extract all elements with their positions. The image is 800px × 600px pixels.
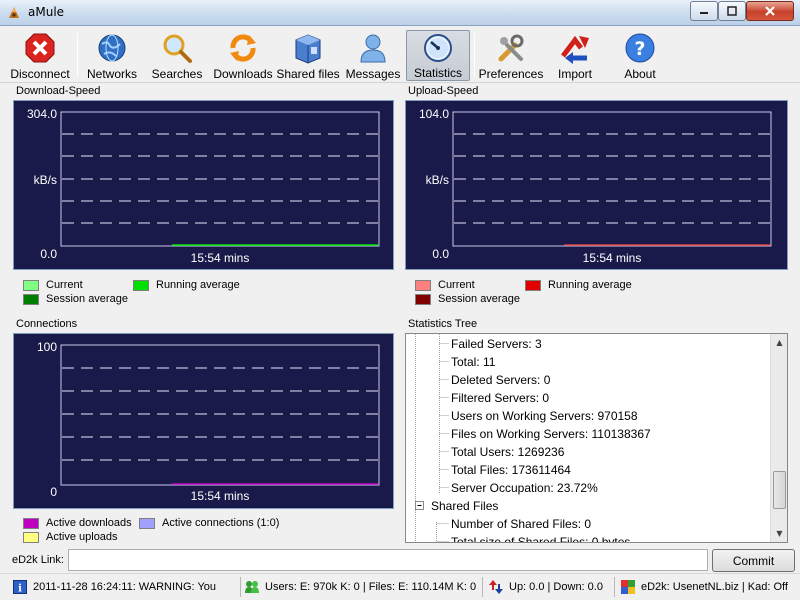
tree-item[interactable]: Total size of Shared Files: 0 bytes bbox=[451, 535, 630, 542]
magnifier-icon bbox=[160, 31, 194, 65]
tree-item[interactable]: Total: 11 bbox=[451, 355, 495, 369]
shared-files-icon bbox=[291, 31, 325, 65]
downloads-icon bbox=[226, 31, 260, 65]
connections-y-max: 100 bbox=[37, 340, 57, 354]
import-button[interactable]: Import bbox=[548, 30, 602, 81]
color-swatch bbox=[415, 279, 431, 291]
connections-title: Connections bbox=[16, 318, 78, 330]
upload-legend-running-average: Running average bbox=[525, 279, 632, 291]
downloads-button[interactable]: Downloads bbox=[212, 30, 274, 81]
tree-item[interactable]: Users on Working Servers: 970158 bbox=[451, 409, 638, 423]
status-network: eD2k: UsenetNL.biz | Kad: Off bbox=[620, 577, 796, 597]
download-speed-graph: 304.0 kB/s 0.0 15:54 mins bbox=[13, 100, 394, 270]
color-swatch bbox=[415, 293, 431, 305]
tree-item[interactable]: Server Occupation: 23.72% bbox=[451, 481, 598, 495]
disconnect-button[interactable]: Disconnect bbox=[7, 30, 73, 81]
status-users-files: Users: E: 970k K: 0 | Files: E: 110.14M … bbox=[244, 577, 480, 597]
upload-y-min: 0.0 bbox=[432, 247, 449, 261]
color-swatch bbox=[23, 531, 39, 543]
legend-active-downloads: Active downloads bbox=[23, 517, 132, 529]
info-icon: i bbox=[12, 579, 28, 595]
tree-vertical-scrollbar[interactable]: ▲ ▼ bbox=[770, 334, 787, 542]
tree-item[interactable]: Number of Shared Files: 0 bbox=[451, 517, 591, 531]
tree-item[interactable]: Failed Servers: 3 bbox=[451, 337, 542, 351]
tree-item[interactable]: Total Files: 173611464 bbox=[451, 463, 571, 477]
networks-button[interactable]: Networks bbox=[83, 30, 141, 81]
window-title: aMule bbox=[28, 5, 65, 19]
ed2k-link-input[interactable] bbox=[68, 549, 708, 571]
legend-active-uploads: Active uploads bbox=[23, 531, 118, 543]
messages-button[interactable]: Messages bbox=[345, 30, 401, 81]
status-bar: i 2011-11-28 16:24:11: WARNING: You User… bbox=[0, 573, 800, 600]
tree-item[interactable]: Total Users: 1269236 bbox=[451, 445, 564, 459]
tree-item[interactable]: Files on Working Servers: 110138367 bbox=[451, 427, 651, 441]
upload-speed-graph: 104.0 kB/s 0.0 15:54 mins bbox=[405, 100, 788, 270]
upload-y-unit: kB/s bbox=[426, 173, 449, 187]
color-swatch bbox=[139, 517, 155, 529]
gauge-icon bbox=[421, 32, 455, 64]
download-time-label: 15:54 mins bbox=[191, 251, 250, 265]
tools-icon bbox=[494, 31, 528, 65]
shared-files-button[interactable]: Shared files bbox=[276, 30, 340, 81]
status-divider bbox=[240, 577, 241, 597]
color-swatch bbox=[133, 279, 149, 291]
scroll-down-arrow-icon[interactable]: ▼ bbox=[771, 525, 787, 542]
download-y-max: 304.0 bbox=[27, 107, 57, 121]
upload-y-max: 104.0 bbox=[419, 107, 449, 121]
globe-icon bbox=[95, 31, 129, 65]
status-divider bbox=[614, 577, 615, 597]
amule-app-icon bbox=[6, 4, 22, 20]
download-y-min: 0.0 bbox=[40, 247, 57, 261]
svg-text:i: i bbox=[18, 584, 22, 595]
upload-time-label: 15:54 mins bbox=[583, 251, 642, 265]
connections-graph: 100 0 15:54 mins bbox=[13, 333, 394, 509]
upload-legend-current: Current bbox=[415, 279, 475, 291]
status-divider bbox=[482, 577, 483, 597]
statistics-button[interactable]: Statistics bbox=[406, 30, 470, 81]
download-legend-running-average: Running average bbox=[133, 279, 240, 291]
color-swatch bbox=[23, 517, 39, 529]
tree-item[interactable]: Deleted Servers: 0 bbox=[451, 373, 550, 387]
scroll-thumb[interactable] bbox=[773, 471, 786, 509]
download-legend-session-average: Session average bbox=[23, 293, 128, 305]
disconnect-icon bbox=[23, 31, 57, 65]
toolbar-separator bbox=[474, 33, 475, 77]
maximize-button[interactable] bbox=[718, 1, 746, 21]
upload-speed-title: Upload-Speed bbox=[408, 85, 479, 97]
color-swatch bbox=[525, 279, 541, 291]
main-toolbar: Disconnect Networks Searches Downloads S… bbox=[0, 27, 800, 83]
about-button[interactable]: ? About bbox=[612, 30, 668, 81]
toolbar-separator bbox=[77, 33, 78, 77]
ed2k-link-label: eD2k Link: bbox=[12, 554, 64, 566]
status-transfer-speed: Up: 0.0 | Down: 0.0 bbox=[488, 577, 612, 597]
commit-button[interactable]: Commit bbox=[712, 549, 795, 572]
user-icon bbox=[356, 31, 390, 65]
minimize-button[interactable] bbox=[690, 1, 718, 21]
upload-legend-session-average: Session average bbox=[415, 293, 520, 305]
transfer-arrows-icon bbox=[488, 579, 504, 595]
tree-item[interactable]: Filtered Servers: 0 bbox=[451, 391, 549, 405]
statistics-tree[interactable]: Failed Servers: 3 Total: 11 Deleted Serv… bbox=[405, 333, 788, 543]
users-icon bbox=[244, 579, 260, 595]
help-icon: ? bbox=[623, 31, 657, 65]
statistics-tree-title: Statistics Tree bbox=[408, 318, 478, 330]
download-speed-title: Download-Speed bbox=[16, 85, 101, 97]
preferences-button[interactable]: Preferences bbox=[479, 30, 543, 81]
status-log[interactable]: i 2011-11-28 16:24:11: WARNING: You bbox=[12, 577, 238, 597]
import-icon bbox=[558, 31, 592, 65]
scroll-up-arrow-icon[interactable]: ▲ bbox=[771, 334, 787, 351]
network-status-icon bbox=[620, 579, 636, 595]
svg-text:?: ? bbox=[634, 38, 645, 60]
color-swatch bbox=[23, 293, 39, 305]
tree-item-shared-files[interactable]: Shared Files bbox=[431, 499, 498, 513]
connections-time-label: 15:54 mins bbox=[191, 489, 250, 503]
window-titlebar: aMule bbox=[0, 0, 800, 26]
connections-y-min: 0 bbox=[50, 485, 57, 499]
close-window-button[interactable] bbox=[746, 1, 794, 21]
color-swatch bbox=[23, 279, 39, 291]
searches-button[interactable]: Searches bbox=[148, 30, 206, 81]
legend-active-connections: Active connections (1:0) bbox=[139, 517, 279, 529]
download-legend-current: Current bbox=[23, 279, 83, 291]
download-y-unit: kB/s bbox=[34, 173, 57, 187]
